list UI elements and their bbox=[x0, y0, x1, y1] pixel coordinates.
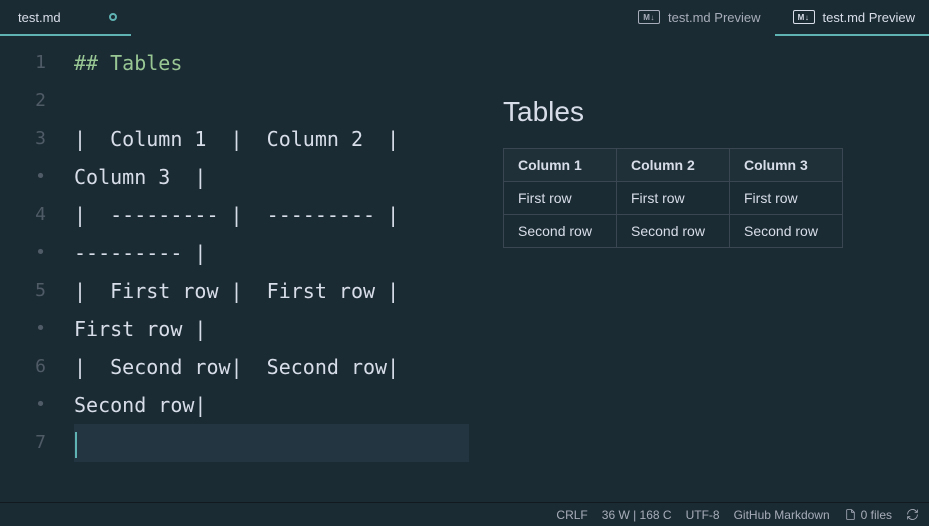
tab-editor[interactable]: test.md bbox=[0, 0, 131, 36]
gutter-line: 4 bbox=[0, 196, 64, 234]
table-cell: First row bbox=[504, 182, 617, 215]
code-line[interactable]: | --------- | --------- | bbox=[74, 196, 469, 234]
status-line-ending[interactable]: CRLF bbox=[556, 508, 587, 522]
code-line[interactable]: Column 3 | bbox=[74, 158, 469, 196]
table-row: First rowFirst rowFirst row bbox=[504, 182, 843, 215]
gutter-line: 7 bbox=[0, 424, 64, 462]
tab-preview-1[interactable]: M↓ test.md Preview bbox=[620, 0, 774, 36]
code-line[interactable]: Second row| bbox=[74, 386, 469, 424]
code-line[interactable] bbox=[74, 82, 469, 120]
gutter-line bbox=[0, 234, 64, 272]
table-cell: First row bbox=[730, 182, 843, 215]
tab-preview-2[interactable]: M↓ test.md Preview bbox=[775, 0, 929, 36]
table-cell: First row bbox=[617, 182, 730, 215]
markdown-badge-icon: M↓ bbox=[638, 10, 660, 24]
status-word-char-count[interactable]: 36 W | 168 C bbox=[602, 508, 672, 522]
code-line[interactable]: | First row | First row | bbox=[74, 272, 469, 310]
gutter-line: 3 bbox=[0, 120, 64, 158]
gutter-line: 2 bbox=[0, 82, 64, 120]
table-cell: Second row bbox=[617, 215, 730, 248]
code-line[interactable]: | Second row| Second row| bbox=[74, 348, 469, 386]
editor-pane[interactable]: 123 4 5 6 7 ## Tables | Column 1 | Column 2 |… bbox=[0, 36, 475, 502]
gutter-line bbox=[0, 386, 64, 424]
main-split: 123 4 5 6 7 ## Tables | Column 1 | Column 2 |… bbox=[0, 36, 929, 502]
table-cell: Second row bbox=[730, 215, 843, 248]
editor[interactable]: 123 4 5 6 7 ## Tables | Column 1 | Column 2 |… bbox=[0, 36, 475, 502]
preview-pane: Tables Column 1Column 2Column 3 First ro… bbox=[475, 36, 929, 502]
code-line[interactable]: First row | bbox=[74, 310, 469, 348]
gutter-line: 5 bbox=[0, 272, 64, 310]
status-bar: CRLF 36 W | 168 C UTF-8 GitHub Markdown … bbox=[0, 502, 929, 526]
tab-bar: test.md M↓ test.md Preview M↓ test.md Pr… bbox=[0, 0, 929, 36]
status-files[interactable]: 0 files bbox=[844, 508, 892, 522]
gutter-line bbox=[0, 158, 64, 196]
modified-indicator-icon bbox=[109, 13, 117, 21]
gutter-line bbox=[0, 310, 64, 348]
table-row: Second rowSecond rowSecond row bbox=[504, 215, 843, 248]
code-line[interactable]: ## Tables bbox=[74, 44, 469, 82]
tab-editor-label: test.md bbox=[18, 10, 61, 25]
code-line[interactable] bbox=[74, 424, 469, 462]
preview-table: Column 1Column 2Column 3 First rowFirst … bbox=[503, 148, 843, 248]
refresh-icon bbox=[906, 508, 919, 521]
file-icon bbox=[844, 508, 857, 521]
table-cell: Second row bbox=[504, 215, 617, 248]
code-area[interactable]: ## Tables | Column 1 | Column 2 |Column 3… bbox=[74, 44, 469, 502]
markdown-badge-icon: M↓ bbox=[793, 10, 815, 24]
status-refresh[interactable] bbox=[906, 508, 919, 521]
table-header: Column 1 bbox=[504, 149, 617, 182]
tab-preview-1-label: test.md Preview bbox=[668, 10, 760, 25]
status-grammar[interactable]: GitHub Markdown bbox=[734, 508, 830, 522]
table-header: Column 2 bbox=[617, 149, 730, 182]
gutter-line: 6 bbox=[0, 348, 64, 386]
code-line[interactable]: | Column 1 | Column 2 | bbox=[74, 120, 469, 158]
tab-preview-2-label: test.md Preview bbox=[823, 10, 915, 25]
markdown-preview: Tables Column 1Column 2Column 3 First ro… bbox=[475, 36, 929, 268]
code-line[interactable]: --------- | bbox=[74, 234, 469, 272]
gutter-line: 1 bbox=[0, 44, 64, 82]
text-cursor bbox=[75, 432, 77, 458]
table-header: Column 3 bbox=[730, 149, 843, 182]
line-gutter: 123 4 5 6 7 bbox=[0, 36, 64, 502]
status-encoding[interactable]: UTF-8 bbox=[686, 508, 720, 522]
preview-heading: Tables bbox=[503, 96, 901, 128]
